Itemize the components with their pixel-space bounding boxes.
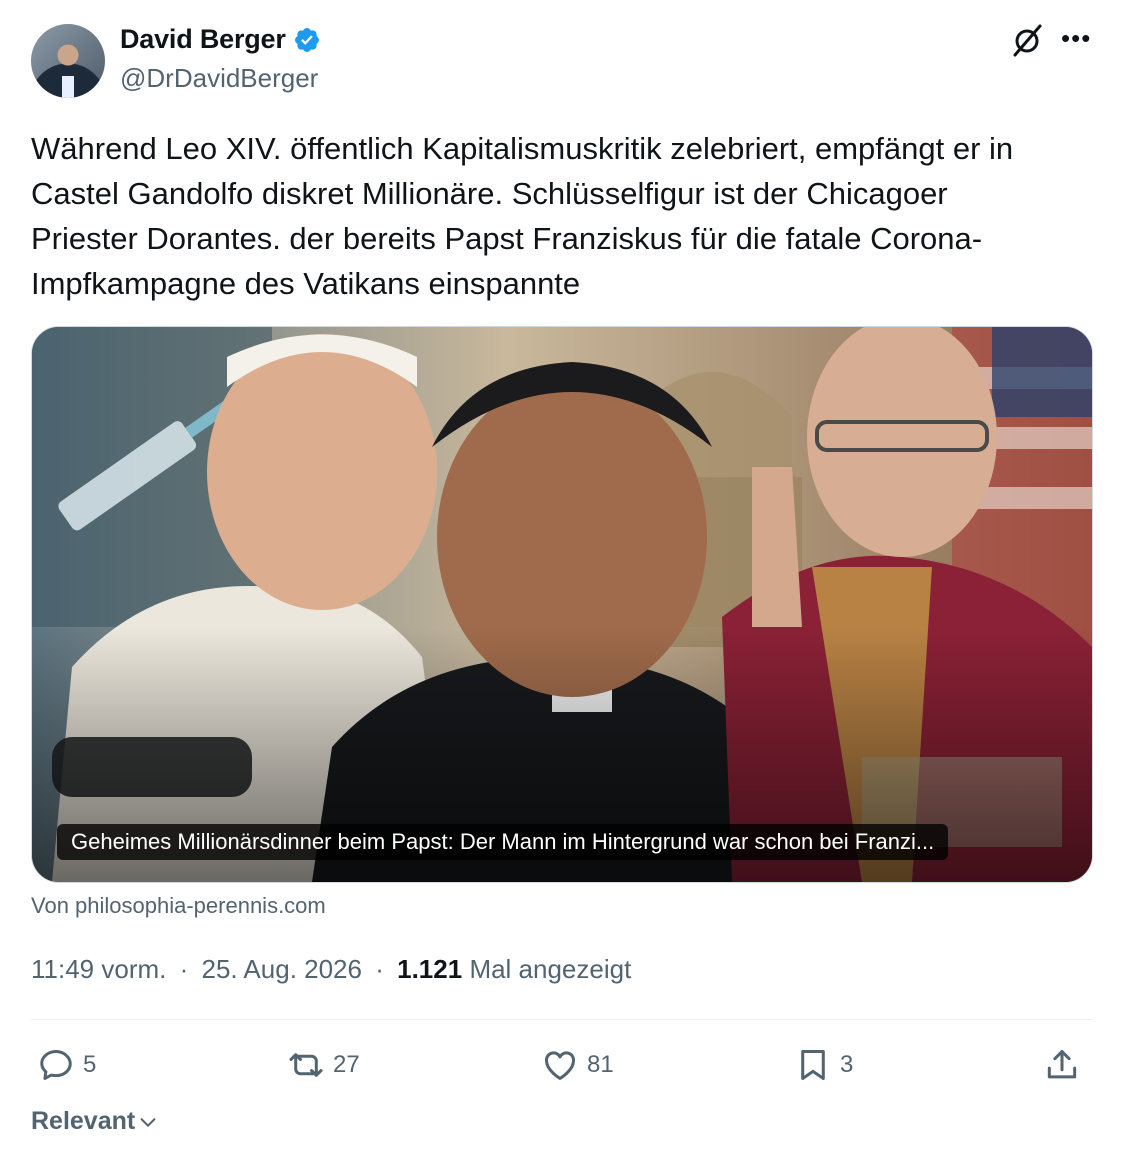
views-label: Mal angezeigt xyxy=(469,954,632,984)
action-bar: 5 27 81 3 xyxy=(31,1040,1093,1090)
tweet-meta: 11:49 vorm. · 25. Aug. 2026 · 1.121 Mal … xyxy=(31,954,631,985)
bookmark-button[interactable]: 3 xyxy=(794,1040,853,1090)
verified-badge-icon xyxy=(294,27,319,52)
tweet-header: David Berger @DrDavidBerger ••• xyxy=(31,22,1093,100)
author-name[interactable]: David Berger xyxy=(120,24,286,55)
view-count: 1.121 xyxy=(397,954,463,984)
card-caption[interactable]: Geheimes Millionärsdinner beim Papst: De… xyxy=(57,824,949,860)
tweet-time[interactable]: 11:49 vorm. xyxy=(31,954,166,984)
avatar[interactable] xyxy=(31,24,105,98)
reply-count: 5 xyxy=(83,1051,97,1078)
repost-icon xyxy=(289,1053,323,1077)
like-count: 81 xyxy=(587,1051,614,1078)
heart-icon xyxy=(545,1051,575,1080)
card-source[interactable]: Von philosophia-perennis.com xyxy=(31,893,326,919)
meta-separator: · xyxy=(179,954,189,984)
grok-icon[interactable] xyxy=(1009,22,1045,58)
sort-label: Relevant xyxy=(31,1107,136,1135)
repost-button[interactable]: 27 xyxy=(287,1040,360,1090)
bookmark-count: 3 xyxy=(840,1051,854,1078)
card-image xyxy=(32,327,1092,882)
bookmark-icon xyxy=(801,1050,825,1080)
sort-dropdown[interactable]: Relevant xyxy=(31,1107,159,1136)
more-icon[interactable]: ••• xyxy=(1061,25,1095,52)
divider xyxy=(31,1019,1093,1020)
chevron-down-icon xyxy=(140,1117,156,1127)
tweet-date[interactable]: 25. Aug. 2026 xyxy=(202,954,362,984)
link-card[interactable]: Geheimes Millionärsdinner beim Papst: De… xyxy=(31,326,1093,883)
reply-icon xyxy=(40,1050,72,1080)
share-button[interactable] xyxy=(1043,1040,1081,1090)
tweet-text: Während Leo XIV. öffentlich Kapitalismus… xyxy=(31,131,1014,301)
meta-separator: · xyxy=(375,954,384,984)
reply-button[interactable]: 5 xyxy=(37,1040,96,1090)
share-icon xyxy=(1047,1050,1077,1079)
repost-count: 27 xyxy=(333,1051,360,1078)
author-name-row[interactable]: David Berger xyxy=(120,24,321,55)
like-button[interactable]: 81 xyxy=(541,1040,614,1090)
author-handle[interactable]: @DrDavidBerger xyxy=(120,63,318,94)
